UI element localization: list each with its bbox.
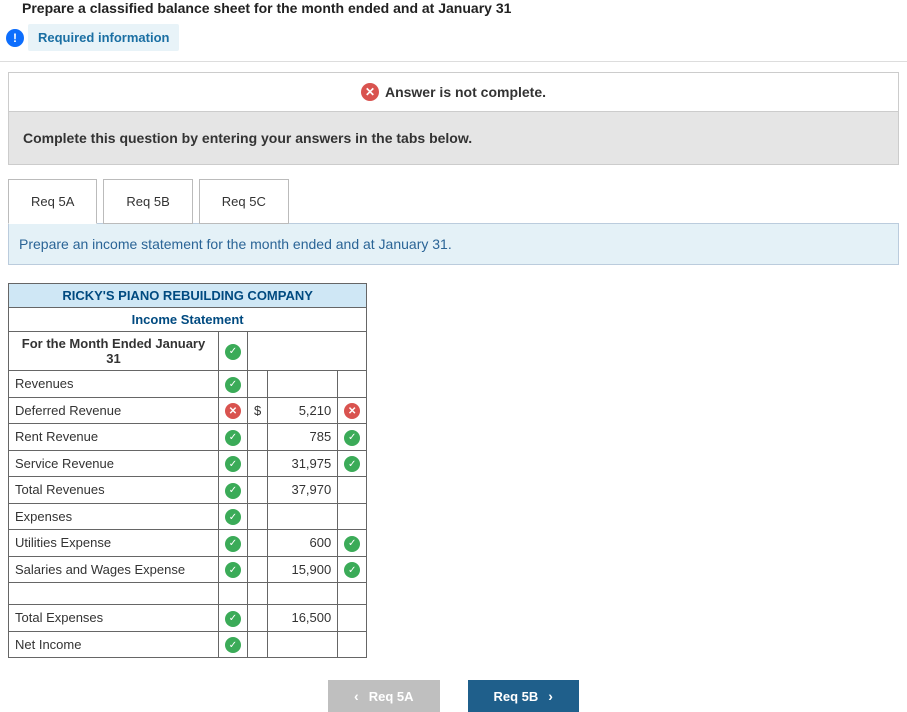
blank-row[interactable]: [9, 583, 219, 605]
check-icon: ✓: [225, 536, 241, 552]
utilities-expense-value[interactable]: 600: [268, 530, 338, 557]
prev-button[interactable]: ‹ Req 5A: [328, 680, 439, 712]
chevron-right-icon: ›: [548, 688, 553, 704]
check-icon: ✓: [344, 562, 360, 578]
cross-icon: ✕: [225, 403, 241, 419]
statement-title: Income Statement: [9, 308, 367, 332]
check-icon: ✓: [225, 430, 241, 446]
total-expenses-value: 16,500: [268, 605, 338, 632]
check-icon: ✓: [225, 637, 241, 653]
cross-icon: ✕: [344, 403, 360, 419]
currency-symbol: $: [248, 397, 268, 424]
income-statement-table: RICKY'S PIANO REBUILDING COMPANY Income …: [8, 283, 367, 658]
check-icon: ✓: [225, 483, 241, 499]
rent-revenue-label[interactable]: Rent Revenue: [9, 424, 219, 451]
total-expenses-label: Total Expenses: [9, 605, 219, 632]
tab-req-5c[interactable]: Req 5C: [199, 179, 289, 224]
required-information-button[interactable]: Required information: [28, 24, 179, 51]
expenses-header[interactable]: Expenses: [9, 503, 219, 530]
alert-text: Answer is not complete.: [385, 84, 546, 100]
instruction-text: Complete this question by entering your …: [8, 112, 899, 165]
tab-req-5b[interactable]: Req 5B: [103, 179, 192, 224]
question-prompt: Prepare an income statement for the mont…: [8, 223, 899, 265]
rent-revenue-value[interactable]: 785: [268, 424, 338, 451]
check-icon: ✓: [225, 509, 241, 525]
service-revenue-value[interactable]: 31,975: [268, 450, 338, 477]
nav-buttons: ‹ Req 5A Req 5B ›: [8, 680, 899, 712]
salaries-expense-label[interactable]: Salaries and Wages Expense: [9, 556, 219, 583]
period-mark: ✓: [219, 332, 248, 371]
check-icon: ✓: [344, 456, 360, 472]
deferred-revenue-label[interactable]: Deferred Revenue: [9, 397, 219, 424]
error-icon: ✕: [361, 83, 379, 101]
truncated-heading: Prepare a classified balance sheet for t…: [22, 0, 907, 16]
top-bar: ! Required information: [0, 20, 907, 62]
total-revenues-label: Total Revenues: [9, 477, 219, 504]
check-icon: ✓: [344, 430, 360, 446]
total-revenues-value: 37,970: [268, 477, 338, 504]
tab-req-5a[interactable]: Req 5A: [8, 179, 97, 224]
info-icon: !: [6, 29, 24, 47]
net-income-label[interactable]: Net Income: [9, 631, 219, 658]
period-label[interactable]: For the Month Ended January 31: [9, 332, 219, 371]
company-name: RICKY'S PIANO REBUILDING COMPANY: [9, 284, 367, 308]
answer-status-alert: ✕ Answer is not complete.: [8, 72, 899, 112]
chevron-left-icon: ‹: [354, 688, 359, 704]
salaries-expense-value[interactable]: 15,900: [268, 556, 338, 583]
revenues-header[interactable]: Revenues: [9, 371, 219, 398]
check-icon: ✓: [344, 536, 360, 552]
utilities-expense-label[interactable]: Utilities Expense: [9, 530, 219, 557]
next-button[interactable]: Req 5B ›: [468, 680, 579, 712]
next-label: Req 5B: [494, 689, 539, 704]
check-icon: ✓: [225, 456, 241, 472]
deferred-revenue-value[interactable]: 5,210: [268, 397, 338, 424]
check-icon: ✓: [225, 562, 241, 578]
prev-label: Req 5A: [369, 689, 414, 704]
tabs: Req 5A Req 5B Req 5C: [8, 179, 899, 224]
net-income-value[interactable]: [268, 631, 338, 658]
check-icon: ✓: [225, 344, 241, 360]
check-icon: ✓: [225, 611, 241, 627]
check-icon: ✓: [225, 377, 241, 393]
service-revenue-label[interactable]: Service Revenue: [9, 450, 219, 477]
